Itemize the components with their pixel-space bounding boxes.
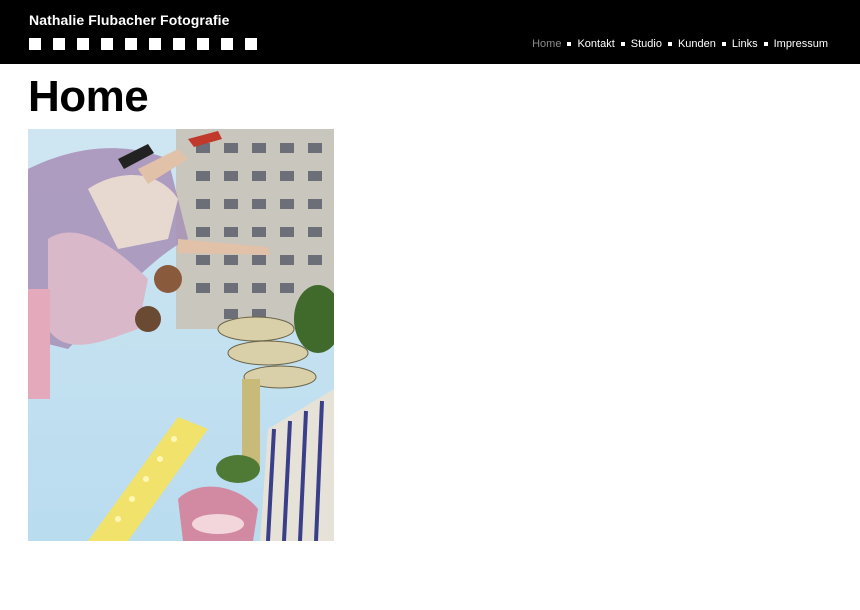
gallery-square[interactable] xyxy=(173,38,185,50)
nav-separator xyxy=(763,42,768,46)
gallery-square[interactable] xyxy=(197,38,209,50)
gallery-square[interactable] xyxy=(101,38,113,50)
nav-separator xyxy=(721,42,726,46)
site-title[interactable]: Nathalie Flubacher Fotografie xyxy=(29,12,230,28)
photo-amusement-ride-icon xyxy=(28,129,334,541)
page-title: Home xyxy=(28,72,149,121)
gallery-square[interactable] xyxy=(77,38,89,50)
gallery-square[interactable] xyxy=(125,38,137,50)
nav-link-links[interactable]: Links xyxy=(732,38,758,50)
nav-separator xyxy=(620,42,625,46)
nav-link-kunden[interactable]: Kunden xyxy=(678,38,716,50)
nav-separator xyxy=(667,42,672,46)
featured-photo[interactable] xyxy=(28,129,334,541)
gallery-square[interactable] xyxy=(53,38,65,50)
nav-separator xyxy=(567,42,572,46)
nav-link-kontakt[interactable]: Kontakt xyxy=(577,38,614,50)
nav-link-home[interactable]: Home xyxy=(532,38,561,50)
main-nav: Home Kontakt Studio Kunden Links Impress… xyxy=(532,38,828,50)
gallery-square[interactable] xyxy=(245,38,257,50)
gallery-squares xyxy=(29,38,257,50)
site-header: Nathalie Flubacher Fotografie Home Konta… xyxy=(0,0,860,64)
nav-link-impressum[interactable]: Impressum xyxy=(774,38,828,50)
gallery-square[interactable] xyxy=(149,38,161,50)
gallery-square[interactable] xyxy=(221,38,233,50)
nav-link-studio[interactable]: Studio xyxy=(631,38,662,50)
gallery-square[interactable] xyxy=(29,38,41,50)
